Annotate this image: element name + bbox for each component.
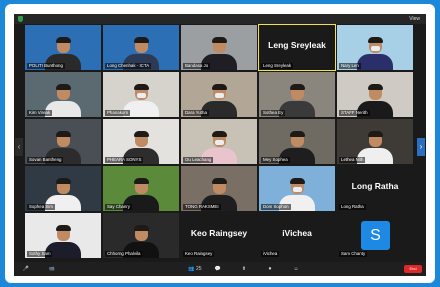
- participant-name-label: Sothy Sam: [27, 251, 53, 257]
- participant-tile[interactable]: Long Chenhak - ICTA: [103, 25, 179, 70]
- participant-display-name: Leng Sreyleak: [268, 40, 326, 50]
- view-button[interactable]: View: [374, 15, 420, 23]
- participant-name-label: POLITI Bunthong: [27, 63, 65, 69]
- participant-tile[interactable]: Phanakorn: [103, 72, 179, 117]
- participant-name-label: Sophea Sim: [27, 204, 55, 210]
- mute-button[interactable]: 🎤: [18, 264, 34, 274]
- participant-name-label: Sam Chanty: [339, 251, 368, 257]
- participant-tile[interactable]: Nary Len: [337, 25, 413, 70]
- participant-tile[interactable]: Dom Sophon: [259, 166, 335, 211]
- shield-icon: [18, 16, 23, 22]
- participant-tile[interactable]: Sothea Ey: [259, 72, 335, 117]
- next-page-arrow[interactable]: ›: [417, 138, 425, 156]
- participant-tile[interactable]: Long Ratha Long Ratha: [337, 166, 413, 211]
- participant-name-label: Sovan Bantheng: [27, 157, 64, 163]
- face-mask: [214, 93, 224, 98]
- participant-tile[interactable]: Chhorng Phalvila: [103, 213, 179, 258]
- avatar-initial: S: [361, 221, 390, 250]
- participant-tile[interactable]: iVichea iVichea: [259, 213, 335, 258]
- participant-name-label: Phanakorn: [105, 110, 131, 116]
- participant-name-label: Long Chenhak - ICTA: [105, 63, 152, 69]
- participant-tile[interactable]: Sothy Sam: [25, 213, 101, 258]
- participant-tile[interactable]: PHEARA SONYS: [103, 119, 179, 164]
- face-mask: [370, 46, 380, 51]
- participant-tile[interactable]: Leng Sreyleak Leng Sreyleak: [258, 24, 336, 71]
- participant-tile[interactable]: Sovan Bantheng: [25, 119, 101, 164]
- chat-button[interactable]: 💬: [210, 264, 226, 274]
- participant-display-name: Keo Raingsey: [190, 228, 248, 238]
- participant-name-label: Nary Len: [339, 63, 361, 69]
- participant-name-label: iVichea: [261, 251, 280, 257]
- participant-tile[interactable]: STAFF Nerith: [337, 72, 413, 117]
- participant-name-label: Say Chanry: [105, 204, 132, 210]
- video-grid: POLITI Bunthong Long Chenhak - ICTA Bandas…: [25, 24, 416, 261]
- participant-name-label: Leng Sreyleak: [261, 63, 294, 69]
- participant-name-label: Keo Raingsey: [183, 251, 215, 257]
- participant-display-name: Long Ratha: [351, 181, 399, 191]
- prev-page-arrow[interactable]: ‹: [15, 138, 23, 156]
- participant-name-label: Ou Leachang: [183, 157, 214, 163]
- participant-name-label: TONG RAKSMEI: [183, 204, 221, 210]
- participant-tile[interactable]: TONG RAKSMEI: [181, 166, 257, 211]
- participant-tile[interactable]: Dara Yutha: [181, 72, 257, 117]
- face-mask: [292, 187, 302, 192]
- end-meeting-button[interactable]: End: [404, 265, 422, 273]
- participant-name-label: Chhorng Phalvila: [105, 251, 143, 257]
- participant-tile[interactable]: Ou Leachang: [181, 119, 257, 164]
- participant-tile[interactable]: Kim Vireak: [25, 72, 101, 117]
- reactions-button[interactable]: ☺: [288, 264, 304, 274]
- participant-tile[interactable]: Mey Sophea: [259, 119, 335, 164]
- participant-name-label: Long Ratha: [339, 204, 366, 210]
- participant-name-label: Mey Sophea: [261, 157, 290, 163]
- participant-tile[interactable]: Bandasa Jo: [181, 25, 257, 70]
- meeting-toolbar: End 🎤 📹 👥 25 💬 ⬆ ⏺ ☺: [14, 262, 426, 276]
- participant-tile[interactable]: Lethea Nith: [337, 119, 413, 164]
- participant-name-label: Bandasa Jo: [183, 63, 211, 69]
- participants-button[interactable]: 👥 25: [184, 264, 206, 274]
- video-button[interactable]: 📹: [44, 264, 60, 274]
- record-button[interactable]: ⏺: [262, 264, 278, 274]
- participant-tile[interactable]: S Sam Chanty: [337, 213, 413, 258]
- face-mask: [136, 93, 146, 98]
- participant-name-label: Dara Yutha: [183, 110, 209, 116]
- participant-name-label: STAFF Nerith: [339, 110, 370, 116]
- participant-name-label: Dom Sophon: [261, 204, 291, 210]
- title-bar: View: [14, 14, 426, 24]
- share-button[interactable]: ⬆: [236, 264, 252, 274]
- participant-name-label: Sothea Ey: [261, 110, 286, 116]
- participant-name-label: Kim Vireak: [27, 110, 53, 116]
- participant-display-name: iVichea: [282, 228, 312, 238]
- face-mask: [214, 140, 224, 145]
- participant-name-label: PHEARA SONYS: [105, 157, 144, 163]
- participant-name-label: Lethea Nith: [339, 157, 366, 163]
- participant-tile[interactable]: Say Chanry: [103, 166, 179, 211]
- participant-tile[interactable]: POLITI Bunthong: [25, 25, 101, 70]
- zoom-window: View ‹ POLITI Bunthong Long Chenhak - ICT…: [14, 14, 426, 276]
- participant-video: [357, 37, 393, 70]
- participant-tile[interactable]: Keo Raingsey Keo Raingsey: [181, 213, 257, 258]
- participant-tile[interactable]: Sophea Sim: [25, 166, 101, 211]
